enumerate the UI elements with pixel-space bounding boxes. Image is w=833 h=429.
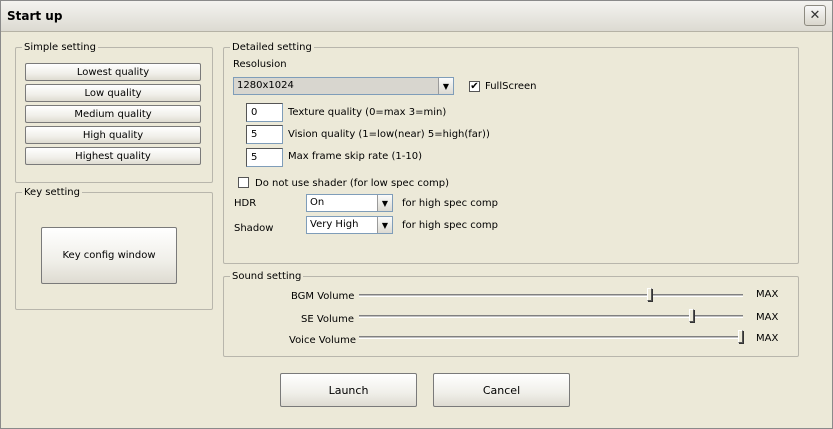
hdr-dropdown[interactable]: On ▼	[306, 194, 393, 212]
chevron-down-icon: ▼	[377, 217, 392, 233]
window-title: Start up	[7, 9, 63, 23]
fullscreen-checkbox[interactable]: ✔	[469, 81, 480, 92]
bgm-volume-label: BGM Volume	[291, 291, 355, 302]
cancel-button[interactable]: Cancel	[433, 373, 570, 407]
frame-skip-label: Max frame skip rate (1-10)	[288, 151, 422, 162]
detailed-setting-legend: Detailed setting	[232, 42, 312, 53]
hdr-value: On	[310, 197, 325, 208]
vision-quality-input[interactable]: 5	[246, 125, 283, 144]
voice-volume-slider[interactable]	[738, 330, 743, 343]
se-volume-slider[interactable]	[689, 309, 694, 322]
chevron-down-icon: ▼	[438, 78, 453, 94]
simple-setting-legend: Simple setting	[24, 42, 96, 53]
hdr-note: for high spec comp	[402, 198, 499, 209]
texture-quality-input[interactable]: 0	[246, 103, 283, 122]
bgm-max-label: MAX	[756, 289, 779, 300]
bgm-volume-track[interactable]	[359, 294, 743, 297]
chevron-down-icon: ▼	[377, 195, 392, 211]
high-quality-button[interactable]: High quality	[25, 126, 201, 144]
close-icon: ✕	[809, 8, 821, 23]
hdr-label: HDR	[234, 198, 257, 209]
key-setting-legend: Key setting	[24, 187, 80, 198]
lowest-quality-button[interactable]: Lowest quality	[25, 63, 201, 81]
se-max-label: MAX	[756, 312, 779, 323]
resolution-label: Resolusion	[233, 59, 287, 70]
vision-quality-label: Vision quality (1=low(near) 5=high(far))	[288, 129, 490, 140]
se-volume-label: SE Volume	[301, 314, 355, 325]
close-button[interactable]: ✕	[804, 5, 826, 26]
launch-button[interactable]: Launch	[280, 373, 417, 407]
medium-quality-button[interactable]: Medium quality	[25, 105, 201, 123]
key-config-button[interactable]: Key config window	[41, 227, 177, 284]
voice-max-label: MAX	[756, 333, 779, 344]
startup-window: Start up ✕ Simple setting Lowest quality…	[0, 0, 833, 429]
sound-setting-legend: Sound setting	[232, 271, 302, 282]
frame-skip-input[interactable]: 5	[246, 148, 283, 167]
checkmark-icon: ✔	[470, 81, 479, 92]
resolution-dropdown[interactable]: 1280x1024 ▼	[233, 77, 454, 95]
low-quality-button[interactable]: Low quality	[25, 84, 201, 102]
highest-quality-button[interactable]: Highest quality	[25, 147, 201, 165]
no-shader-checkbox[interactable]	[238, 177, 249, 188]
voice-volume-label: Voice Volume	[289, 335, 356, 346]
fullscreen-label: FullScreen	[485, 81, 537, 92]
shadow-note: for high spec comp	[402, 220, 499, 231]
no-shader-label: Do not use shader (for low spec comp)	[255, 178, 449, 189]
shadow-value: Very High	[310, 219, 359, 230]
resolution-value: 1280x1024	[237, 80, 294, 91]
texture-quality-label: Texture quality (0=max 3=min)	[288, 107, 447, 118]
title-bar[interactable]: Start up ✕	[1, 1, 832, 32]
voice-volume-track[interactable]	[359, 336, 743, 339]
shadow-dropdown[interactable]: Very High ▼	[306, 216, 393, 234]
se-volume-track[interactable]	[359, 315, 743, 318]
bgm-volume-slider[interactable]	[647, 288, 652, 301]
shadow-label: Shadow	[234, 223, 274, 234]
